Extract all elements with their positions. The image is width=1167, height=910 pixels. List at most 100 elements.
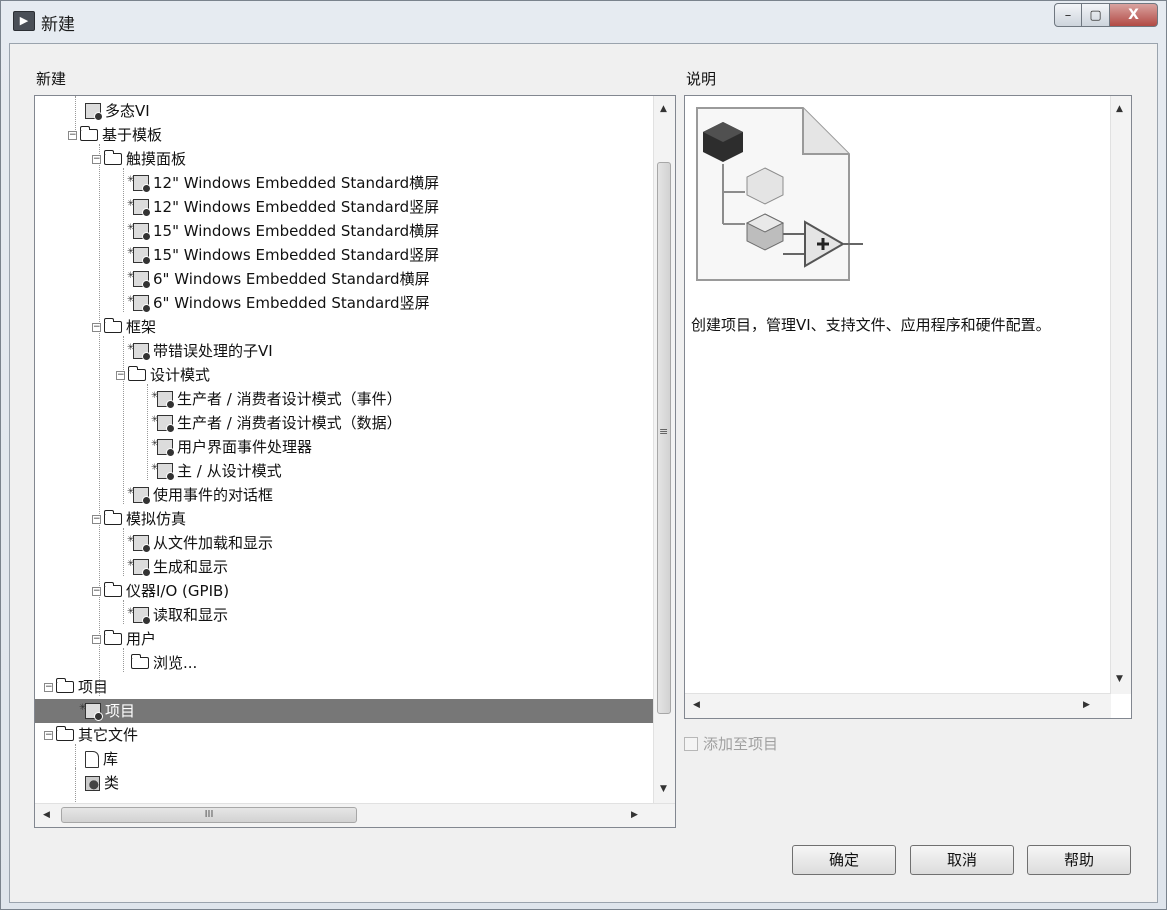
template-vi-icon [127, 528, 151, 553]
template-vi-icon [151, 432, 175, 457]
tree-item-template[interactable]: 读取和显示 [35, 600, 675, 627]
tree-item-design-patterns[interactable]: − 设计模式 [35, 363, 675, 387]
template-vi-icon [127, 192, 151, 217]
tree-item-label: 生产者 / 消费者设计模式（事件） [177, 390, 402, 408]
tree-item-label: 15" Windows Embedded Standard横屏 [153, 222, 440, 240]
scroll-right-arrow[interactable]: ▶ [631, 810, 638, 820]
tree-item-label: 库 [103, 750, 119, 768]
cancel-button[interactable]: 取消 [910, 845, 1014, 875]
tree-item-label: 用户界面事件处理器 [177, 438, 313, 456]
tree-item-from-template[interactable]: − 基于模板 [35, 123, 675, 147]
tree-item-label: 带错误处理的子VI [153, 342, 273, 360]
template-vi-icon [151, 408, 175, 433]
tree-item-label: 设计模式 [150, 366, 211, 384]
collapse-toggle[interactable]: − [92, 586, 101, 596]
tree-item-class[interactable]: 类 [35, 771, 675, 795]
vertical-scroll-thumb[interactable]: ≡ [657, 162, 671, 714]
tree-item-label: 读取和显示 [153, 606, 229, 624]
tree-item-browse[interactable]: 浏览... [35, 651, 675, 675]
grip-icon: ≡ [659, 425, 669, 438]
collapse-toggle[interactable]: − [92, 514, 101, 524]
tree-item-label: 生产者 / 消费者设计模式（数据） [177, 414, 402, 432]
folder-icon [103, 510, 122, 525]
title-bar[interactable]: ▶ 新建 – ▢ X [1, 1, 1166, 43]
tree-item-label: 基于模板 [102, 126, 163, 144]
tree-item-template[interactable]: 带错误处理的子VI [35, 336, 675, 363]
tree-item-label: 6" Windows Embedded Standard竖屏 [153, 294, 430, 312]
collapse-toggle[interactable]: − [44, 682, 53, 692]
scroll-left-arrow[interactable]: ◀ [693, 700, 700, 710]
tree-item-label: 12" Windows Embedded Standard横屏 [153, 174, 440, 192]
window-title: 新建 [41, 15, 75, 35]
library-icon [85, 750, 99, 768]
tree-item-project-category[interactable]: − 项目 [35, 675, 656, 699]
tree-item-label: 生成和显示 [153, 558, 229, 576]
template-vi-icon [127, 600, 151, 625]
folder-icon [55, 678, 74, 693]
tree-item-polymorphic-vi[interactable]: 多态VI [35, 99, 675, 123]
tree-item-label: 浏览... [153, 654, 198, 672]
template-vi-icon [127, 168, 151, 193]
collapse-toggle[interactable]: − [92, 154, 101, 164]
tree-item-project[interactable]: 项目 [35, 696, 675, 723]
folder-icon [55, 726, 74, 741]
help-button[interactable]: 帮助 [1027, 845, 1131, 875]
description-horizontal-scrollbar[interactable]: ◀ ▶ [685, 693, 1111, 718]
tree-item-label: 6" Windows Embedded Standard横屏 [153, 270, 430, 288]
scroll-left-arrow[interactable]: ◀ [43, 810, 50, 820]
minimize-button[interactable]: – [1054, 3, 1082, 27]
template-vi-icon [127, 216, 151, 241]
add-to-project-checkbox[interactable] [684, 736, 698, 751]
labview-app-icon: ▶ [13, 11, 35, 31]
collapse-toggle[interactable]: − [116, 370, 125, 380]
scroll-down-arrow[interactable]: ▼ [1116, 674, 1123, 684]
tree-item-label: 项目 [105, 702, 136, 720]
template-vi-icon [127, 240, 151, 265]
collapse-toggle[interactable]: − [68, 130, 77, 140]
add-to-project-label: 添加至项目 [703, 735, 779, 753]
scroll-right-arrow[interactable]: ▶ [1083, 700, 1090, 710]
window-controls: – ▢ X [1054, 3, 1158, 29]
scroll-up-arrow[interactable]: ▲ [1116, 104, 1123, 114]
tree-item-template[interactable]: 生产者 / 消费者设计模式（数据） [35, 408, 675, 435]
ok-button[interactable]: 确定 [792, 845, 896, 875]
template-vi-icon [127, 264, 151, 289]
tree-vertical-scrollbar[interactable]: ▲ ≡ ▼ [653, 96, 675, 804]
tree-item-template[interactable]: 6" Windows Embedded Standard竖屏 [35, 288, 675, 315]
tree-item-template[interactable]: 生成和显示 [35, 552, 675, 579]
tree-item-label: 15" Windows Embedded Standard竖屏 [153, 246, 440, 264]
folder-icon [79, 126, 98, 141]
add-to-project-option[interactable]: 添加至项目 [684, 733, 778, 754]
scroll-down-arrow[interactable]: ▼ [660, 784, 667, 794]
project-icon [79, 696, 103, 721]
tree-item-user[interactable]: − 用户 [35, 627, 675, 651]
description-text: 创建项目，管理VI、支持文件、应用程序和硬件配置。 [691, 316, 1051, 334]
tree-item-template[interactable]: 生产者 / 消费者设计模式（事件） [35, 384, 675, 411]
tree-item-label: 模拟仿真 [126, 510, 187, 528]
tree-item-label: 使用事件的对话框 [153, 486, 274, 504]
vi-file-icon [85, 103, 103, 121]
tree-item-label: 其它文件 [78, 726, 139, 744]
description-box: 创建项目，管理VI、支持文件、应用程序和硬件配置。 ▲ ▼ ◀ ▶ [684, 95, 1132, 719]
tree-item-template[interactable]: 用户界面事件处理器 [35, 432, 675, 459]
class-icon [85, 775, 100, 791]
tree-item-label: 类 [104, 774, 120, 792]
close-button[interactable]: X [1110, 3, 1158, 27]
tree-horizontal-scrollbar[interactable]: ◀ III ▶ [35, 803, 675, 827]
collapse-toggle[interactable]: − [44, 730, 53, 740]
horizontal-scroll-thumb[interactable]: III [61, 807, 357, 823]
scroll-up-arrow[interactable]: ▲ [660, 104, 667, 114]
template-vi-icon [127, 336, 151, 361]
tree-item-label: 仪器I/O (GPIB) [126, 582, 230, 600]
tree-item-label: 主 / 从设计模式 [177, 462, 282, 480]
description-vertical-scrollbar[interactable]: ▲ ▼ [1110, 96, 1131, 694]
tree-item-library[interactable]: 库 [35, 747, 675, 771]
collapse-toggle[interactable]: − [92, 634, 101, 644]
folder-icon [127, 366, 146, 381]
maximize-button[interactable]: ▢ [1082, 3, 1110, 27]
new-items-tree[interactable]: 多态VI − 基于模板 − 触摸面板 12" Windows Embedded … [34, 95, 676, 828]
description-panel-label: 说明 [686, 70, 717, 88]
collapse-toggle[interactable]: − [92, 322, 101, 332]
tree-item-other-files[interactable]: − 其它文件 [35, 723, 656, 747]
tree-item-template[interactable]: 使用事件的对话框 [35, 480, 675, 507]
